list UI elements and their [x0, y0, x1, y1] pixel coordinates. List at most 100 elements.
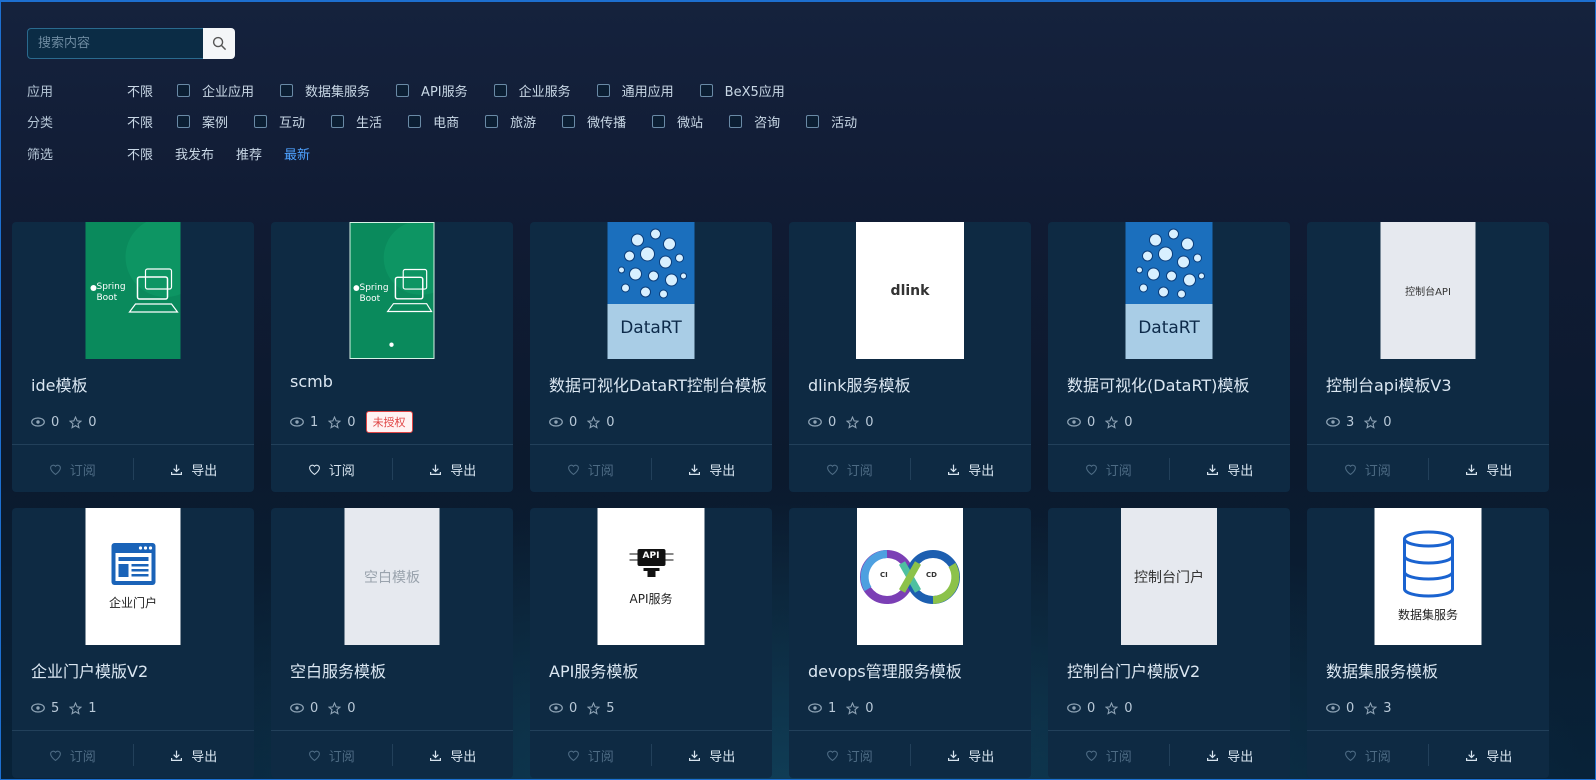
filter-category-option[interactable]: 电商 [408, 112, 459, 131]
filter-my-published[interactable]: 我发布 [175, 144, 214, 163]
filter-category-option[interactable]: 咨询 [729, 112, 780, 131]
checkbox[interactable] [806, 114, 820, 128]
filter-app-option[interactable]: BeX5应用 [699, 81, 785, 100]
checkbox[interactable] [396, 83, 410, 97]
card-actions: 订阅 导出 [12, 730, 254, 778]
checkbox[interactable] [177, 114, 191, 128]
filter-app-any[interactable]: 不限 [127, 81, 153, 100]
export-button[interactable]: 导出 [652, 731, 773, 778]
card-title[interactable]: 控制台api模板V3 [1326, 372, 1452, 396]
template-card[interactable]: 空白模板 空白服务模板 0 0 订阅 导出 [271, 508, 513, 778]
checkbox[interactable] [596, 83, 610, 97]
checkbox[interactable] [280, 83, 294, 97]
template-card[interactable]: Spring Boot ide模板 0 0 订阅 导出 [12, 222, 254, 492]
subscribe-button[interactable]: 订阅 [1048, 445, 1169, 492]
view-count: 0 [569, 700, 578, 716]
card-title[interactable]: dlink服务模板 [808, 372, 910, 396]
filter-category-option[interactable]: 活动 [806, 112, 857, 131]
export-button[interactable]: 导出 [134, 731, 255, 778]
card-title[interactable]: 数据可视化DataRT控制台模板 [549, 372, 767, 396]
api-chip-icon: API [627, 546, 675, 580]
export-button[interactable]: 导出 [652, 445, 773, 492]
subscribe-button[interactable]: 订阅 [271, 445, 392, 492]
search-input[interactable] [27, 28, 203, 59]
star-count: 0 [1124, 700, 1133, 716]
filter-category-option[interactable]: 案例 [177, 112, 228, 131]
filter-app-option[interactable]: 数据集服务 [280, 81, 370, 100]
card-title[interactable]: devops管理服务模板 [808, 658, 962, 682]
filter-app-option[interactable]: 企业应用 [177, 81, 254, 100]
export-button[interactable]: 导出 [1170, 731, 1291, 778]
filter-category-option[interactable]: 旅游 [485, 112, 536, 131]
template-card[interactable]: CI CD devops管理服务模板 1 0 订阅 导出 [789, 508, 1031, 778]
card-stats: 0 3 [1326, 698, 1402, 718]
subscribe-button[interactable]: 订阅 [1307, 445, 1428, 492]
filter-category-option[interactable]: 互动 [254, 112, 305, 131]
checkbox[interactable] [485, 114, 499, 128]
subscribe-button[interactable]: 订阅 [530, 445, 651, 492]
card-actions: 订阅 导出 [271, 730, 513, 778]
template-card[interactable]: 企业门户 企业门户模版V2 5 1 订阅 导出 [12, 508, 254, 778]
filter-category-any[interactable]: 不限 [127, 112, 153, 131]
checkbox[interactable] [331, 114, 345, 128]
card-title[interactable]: 数据集服务模板 [1326, 658, 1438, 682]
filter-screen-any[interactable]: 不限 [127, 144, 153, 163]
template-card[interactable]: DataRT 数据可视化(DataRT)模板 0 0 订阅 导出 [1048, 222, 1290, 492]
star-icon [587, 415, 601, 429]
card-title[interactable]: 空白服务模板 [290, 658, 386, 682]
view-count: 0 [1346, 700, 1355, 716]
filter-category-option[interactable]: 微传播 [562, 112, 626, 131]
subscribe-button[interactable]: 订阅 [530, 731, 651, 778]
download-icon [1465, 749, 1478, 762]
card-title[interactable]: ide模板 [31, 372, 87, 396]
card-title[interactable]: 控制台门户模版V2 [1067, 658, 1200, 682]
checkbox[interactable] [254, 114, 268, 128]
subscribe-button[interactable]: 订阅 [1307, 731, 1428, 778]
export-button[interactable]: 导出 [911, 731, 1032, 778]
card-title[interactable]: 企业门户模版V2 [31, 658, 148, 682]
subscribe-button[interactable]: 订阅 [789, 731, 910, 778]
checkbox[interactable] [562, 114, 576, 128]
checkbox[interactable] [729, 114, 743, 128]
filter-app-option[interactable]: 企业服务 [493, 81, 571, 100]
subscribe-button[interactable]: 订阅 [1048, 731, 1169, 778]
filter-app-option[interactable]: 通用应用 [596, 81, 674, 100]
export-button[interactable]: 导出 [911, 445, 1032, 492]
subscribe-button[interactable]: 订阅 [12, 731, 133, 778]
database-icon [1402, 530, 1454, 598]
checkbox[interactable] [652, 114, 666, 128]
template-card[interactable]: API API服务 API服务模板 0 5 订阅 导出 [530, 508, 772, 778]
export-button[interactable]: 导出 [1429, 731, 1550, 778]
checkbox[interactable] [493, 83, 507, 97]
export-button[interactable]: 导出 [134, 445, 255, 492]
thumbnail-console-api: 控制台API [1380, 222, 1476, 359]
card-title[interactable]: API服务模板 [549, 658, 638, 682]
export-button[interactable]: 导出 [1429, 445, 1550, 492]
subscribe-button[interactable]: 订阅 [12, 445, 133, 492]
template-card[interactable]: DataRT 数据可视化DataRT控制台模板 0 0 订阅 导出 [530, 222, 772, 492]
eye-icon [1067, 417, 1081, 427]
star-icon [1364, 701, 1378, 715]
star-count: 0 [347, 700, 356, 716]
checkbox[interactable] [699, 83, 713, 97]
template-card[interactable]: 数据集服务 数据集服务模板 0 3 订阅 导出 [1307, 508, 1549, 778]
template-card[interactable]: Spring Boot scmb 1 0 未授权 订阅 导出 [271, 222, 513, 492]
checkbox[interactable] [408, 114, 422, 128]
checkbox[interactable] [177, 83, 191, 97]
export-button[interactable]: 导出 [1170, 445, 1291, 492]
subscribe-button[interactable]: 订阅 [789, 445, 910, 492]
template-card[interactable]: dlink dlink服务模板 0 0 订阅 导出 [789, 222, 1031, 492]
export-button[interactable]: 导出 [393, 731, 514, 778]
filter-app-option[interactable]: API服务 [396, 81, 468, 100]
filter-recommended[interactable]: 推荐 [236, 144, 262, 163]
search-button[interactable] [203, 28, 235, 59]
export-button[interactable]: 导出 [393, 445, 514, 492]
template-card[interactable]: 控制台门户 控制台门户模版V2 0 0 订阅 导出 [1048, 508, 1290, 778]
template-card[interactable]: 控制台API 控制台api模板V3 3 0 订阅 导出 [1307, 222, 1549, 492]
filter-category-option[interactable]: 微站 [652, 112, 703, 131]
card-title[interactable]: scmb [290, 372, 333, 391]
filter-category-option[interactable]: 生活 [331, 112, 382, 131]
card-title[interactable]: 数据可视化(DataRT)模板 [1067, 372, 1249, 396]
subscribe-button[interactable]: 订阅 [271, 731, 392, 778]
filter-latest[interactable]: 最新 [284, 144, 310, 163]
